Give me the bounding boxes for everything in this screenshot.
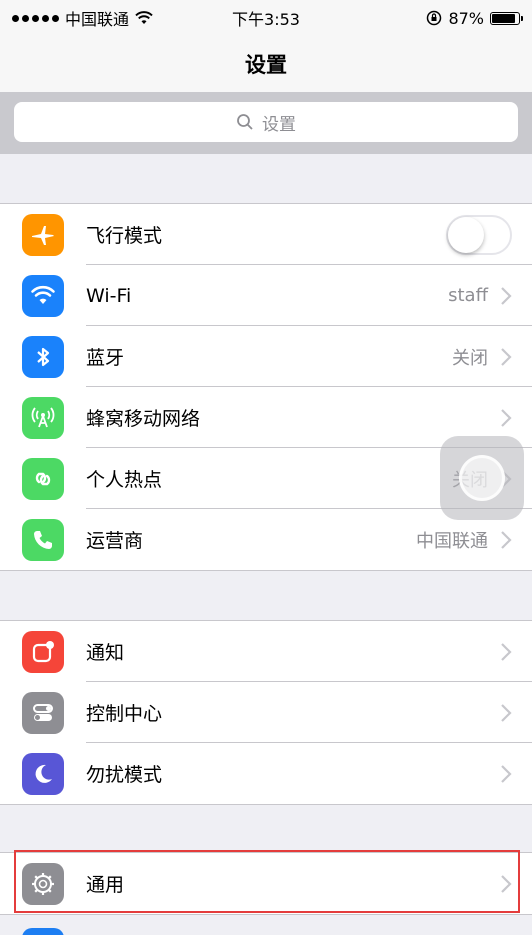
row-label: 蓝牙: [86, 347, 125, 369]
orientation-lock-icon: [427, 10, 442, 26]
row-label: 个人热点: [86, 469, 163, 491]
moon-icon: [22, 752, 64, 795]
wifi-status-icon: [135, 11, 153, 24]
chevron-right-icon: [501, 642, 512, 661]
nav-bar: 设置: [0, 36, 532, 92]
row-value: 关闭: [452, 347, 488, 369]
search-input[interactable]: 设置: [14, 102, 518, 142]
battery-icon: [490, 11, 523, 25]
row-label: 蜂窝移动网络: [86, 408, 201, 430]
chevron-right-icon: [501, 874, 512, 893]
next-row-icon: [22, 928, 64, 935]
assistive-touch-button[interactable]: [440, 436, 524, 520]
notifications-icon: [22, 630, 64, 673]
row-label: 通知: [86, 642, 125, 664]
chevron-right-icon: [501, 286, 512, 305]
row-label: 通用: [86, 874, 125, 896]
settings-row-bluetooth[interactable]: 蓝牙 关闭: [0, 326, 532, 387]
general-group: 通用: [0, 852, 532, 915]
battery-percentage: 87%: [448, 8, 484, 28]
search-icon: [237, 114, 253, 130]
row-label: Wi-Fi: [86, 284, 132, 307]
chevron-right-icon: [501, 764, 512, 783]
row-value: staff: [448, 285, 488, 306]
row-label: 勿扰模式: [86, 764, 163, 786]
signal-strength-icon: [12, 14, 59, 22]
status-bar: 中国联通 下午3:53 87%: [0, 0, 532, 36]
search-placeholder: 设置: [262, 114, 296, 135]
settings-row-airplane-mode[interactable]: 飞行模式: [0, 204, 532, 265]
settings-row-control-center[interactable]: 控制中心: [0, 682, 532, 743]
chevron-right-icon: [501, 347, 512, 366]
row-label: 飞行模式: [86, 225, 163, 247]
phone-icon: [22, 518, 64, 561]
row-label: 运营商: [86, 530, 144, 552]
page-title: 设置: [245, 53, 287, 77]
settings-row-wifi[interactable]: Wi-Fi staff: [0, 265, 532, 326]
chevron-right-icon: [501, 703, 512, 722]
wifi-icon: [22, 274, 64, 317]
settings-row-general[interactable]: 通用: [0, 853, 532, 914]
gear-icon: [22, 862, 64, 905]
settings-row-do-not-disturb[interactable]: 勿扰模式: [0, 743, 532, 804]
chevron-right-icon: [501, 408, 512, 427]
row-value: 中国联通: [416, 530, 488, 552]
search-area: 设置: [0, 92, 532, 154]
chevron-right-icon: [501, 530, 512, 549]
cellular-icon: [22, 396, 64, 439]
control-center-icon: [22, 691, 64, 734]
row-label: 控制中心: [86, 703, 163, 725]
settings-row-notifications[interactable]: 通知: [0, 621, 532, 682]
bluetooth-icon: [22, 335, 64, 378]
carrier-name: 中国联通: [65, 10, 130, 29]
airplane-mode-toggle[interactable]: [446, 214, 512, 255]
notifications-group: 通知 控制中心 勿扰模式: [0, 620, 532, 805]
airplane-icon: [22, 213, 64, 256]
hotspot-icon: [22, 457, 64, 500]
